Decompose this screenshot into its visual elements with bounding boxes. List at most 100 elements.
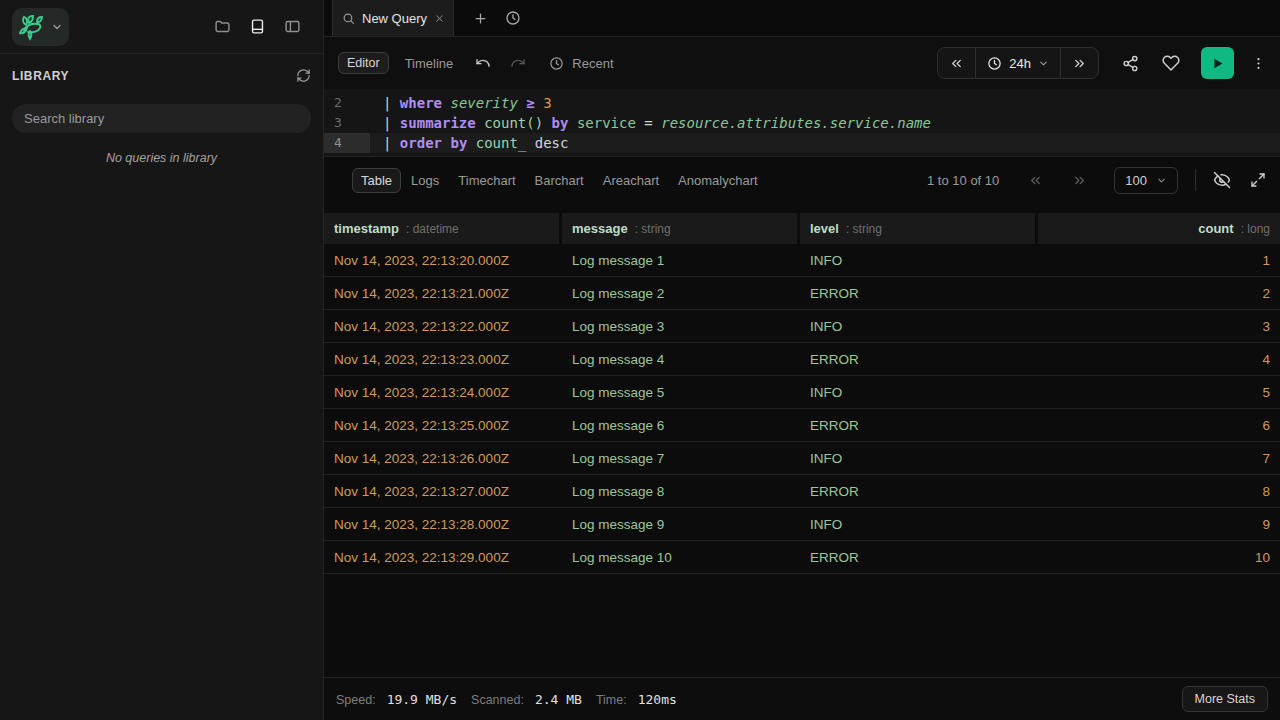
results-tab-barchart[interactable]: Barchart	[526, 168, 593, 193]
time-forward-button[interactable]	[1061, 48, 1098, 78]
results-tab-timechart[interactable]: Timechart	[449, 168, 524, 193]
cell-timestamp: Nov 14, 2023, 22:13:20.000Z	[324, 253, 562, 268]
line-number: 4	[324, 133, 370, 153]
column-type: : string	[635, 222, 671, 236]
code-text: | summarize count() by service = resourc…	[370, 113, 931, 133]
table-row[interactable]: Nov 14, 2023, 22:13:20.000ZLog message 1…	[324, 244, 1280, 277]
column-name: count	[1198, 221, 1233, 236]
close-tab-icon[interactable]	[434, 13, 445, 24]
cell-count: 7	[1038, 451, 1280, 466]
split-panel-icon[interactable]	[284, 18, 301, 35]
cell-message: Log message 2	[562, 286, 800, 301]
chevron-down-icon	[51, 21, 63, 33]
time-back-button[interactable]	[938, 48, 975, 78]
cell-timestamp: Nov 14, 2023, 22:13:21.000Z	[324, 286, 562, 301]
editor-button[interactable]: Editor	[338, 52, 389, 74]
column-type: : string	[846, 222, 882, 236]
results-tab-table[interactable]: Table	[352, 168, 401, 193]
cell-message: Log message 10	[562, 550, 800, 565]
folder-icon[interactable]	[214, 18, 231, 35]
redo-icon[interactable]	[510, 55, 526, 71]
cell-count: 8	[1038, 484, 1280, 499]
table-row[interactable]: Nov 14, 2023, 22:13:28.000ZLog message 9…	[324, 508, 1280, 541]
line-number: 2	[324, 93, 370, 113]
hide-columns-icon[interactable]	[1213, 171, 1231, 189]
editor-line[interactable]: 2| where severity ≥ 3	[324, 93, 1280, 113]
results-tab-logs[interactable]: Logs	[402, 168, 448, 193]
next-page-icon[interactable]	[1072, 173, 1087, 188]
results-tab-anomalychart[interactable]: Anomalychart	[669, 168, 766, 193]
app: LIBRARY No queries in library New Query	[0, 0, 1280, 720]
time-range-value: 24h	[1009, 56, 1031, 71]
table-row[interactable]: Nov 14, 2023, 22:13:26.000ZLog message 7…	[324, 442, 1280, 475]
stat-time: Time:120ms	[596, 692, 677, 707]
query-tabbar: New Query	[324, 0, 1280, 37]
cell-level: ERROR	[800, 484, 1038, 499]
results-tab-areachart[interactable]: Areachart	[594, 168, 668, 193]
expand-icon[interactable]	[1250, 172, 1266, 188]
cell-level: ERROR	[800, 418, 1038, 433]
cell-timestamp: Nov 14, 2023, 22:13:29.000Z	[324, 550, 562, 565]
cell-timestamp: Nov 14, 2023, 22:13:25.000Z	[324, 418, 562, 433]
results-panel: TableLogsTimechartBarchartAreachartAnoma…	[324, 156, 1280, 720]
cell-message: Log message 3	[562, 319, 800, 334]
sidebar-header	[0, 0, 323, 54]
cell-level: INFO	[800, 451, 1038, 466]
search-icon	[342, 12, 355, 25]
refresh-icon[interactable]	[296, 68, 311, 83]
library-panel-icon[interactable]	[249, 18, 266, 35]
code-text: | where severity ≥ 3	[370, 93, 552, 113]
cell-count: 2	[1038, 286, 1280, 301]
table-row[interactable]: Nov 14, 2023, 22:13:27.000ZLog message 8…	[324, 475, 1280, 508]
statusbar: Speed:19.9 MB/sScanned:2.4 MBTime:120ms …	[324, 677, 1280, 720]
column-header-timestamp[interactable]: timestamp : datetime	[324, 213, 559, 244]
app-logo-icon	[18, 13, 46, 41]
table-row[interactable]: Nov 14, 2023, 22:13:21.000ZLog message 2…	[324, 277, 1280, 310]
results-table: timestamp: datetimemessage: stringlevel:…	[324, 213, 1280, 677]
table-row[interactable]: Nov 14, 2023, 22:13:22.000ZLog message 3…	[324, 310, 1280, 343]
undo-icon[interactable]	[475, 55, 491, 71]
more-stats-button[interactable]: More Stats	[1182, 686, 1268, 712]
recent-button[interactable]: Recent	[549, 56, 613, 71]
page-size-dropdown[interactable]: 100	[1114, 167, 1178, 194]
column-header-level[interactable]: level: string	[800, 213, 1035, 244]
tab-new-query[interactable]: New Query	[332, 0, 454, 36]
column-header-count[interactable]: count: long	[1038, 213, 1280, 244]
cell-level: INFO	[800, 517, 1038, 532]
table-row[interactable]: Nov 14, 2023, 22:13:23.000ZLog message 4…	[324, 343, 1280, 376]
cell-timestamp: Nov 14, 2023, 22:13:27.000Z	[324, 484, 562, 499]
table-row[interactable]: Nov 14, 2023, 22:13:29.000ZLog message 1…	[324, 541, 1280, 574]
cell-message: Log message 8	[562, 484, 800, 499]
column-type: : datetime	[406, 222, 459, 236]
cell-message: Log message 9	[562, 517, 800, 532]
run-query-button[interactable]	[1201, 47, 1234, 79]
table-row[interactable]: Nov 14, 2023, 22:13:24.000ZLog message 5…	[324, 376, 1280, 409]
editor-line[interactable]: 3| summarize count() by service = resour…	[324, 113, 1280, 133]
query-toolbar: Editor Timeline Recent 24h	[324, 37, 1280, 89]
editor-line[interactable]: 4| order by count_ desc	[324, 133, 1280, 153]
pagination-text: 1 to 10 of 10	[927, 173, 999, 188]
time-range-selector[interactable]: 24h	[975, 48, 1061, 78]
cell-message: Log message 5	[562, 385, 800, 400]
cell-message: Log message 7	[562, 451, 800, 466]
cell-level: INFO	[800, 253, 1038, 268]
query-editor[interactable]: 2| where severity ≥ 33| summarize count(…	[324, 89, 1280, 156]
favorite-icon[interactable]	[1162, 54, 1180, 72]
column-name: message	[572, 221, 628, 236]
share-icon[interactable]	[1122, 55, 1139, 72]
table-row[interactable]: Nov 14, 2023, 22:13:25.000ZLog message 6…	[324, 409, 1280, 442]
column-name: timestamp	[334, 221, 399, 236]
search-library-input[interactable]	[12, 104, 311, 133]
cell-timestamp: Nov 14, 2023, 22:13:22.000Z	[324, 319, 562, 334]
prev-page-icon[interactable]	[1028, 173, 1043, 188]
cell-level: ERROR	[800, 286, 1038, 301]
column-header-message[interactable]: message : string	[562, 213, 797, 244]
cell-count: 4	[1038, 352, 1280, 367]
cell-message: Log message 4	[562, 352, 800, 367]
workspace-switcher[interactable]	[12, 8, 69, 46]
new-tab-button[interactable]	[473, 11, 488, 26]
query-history-icon[interactable]	[505, 10, 521, 26]
more-options-icon[interactable]	[1251, 56, 1266, 71]
cell-message: Log message 1	[562, 253, 800, 268]
timeline-button[interactable]: Timeline	[405, 56, 454, 71]
